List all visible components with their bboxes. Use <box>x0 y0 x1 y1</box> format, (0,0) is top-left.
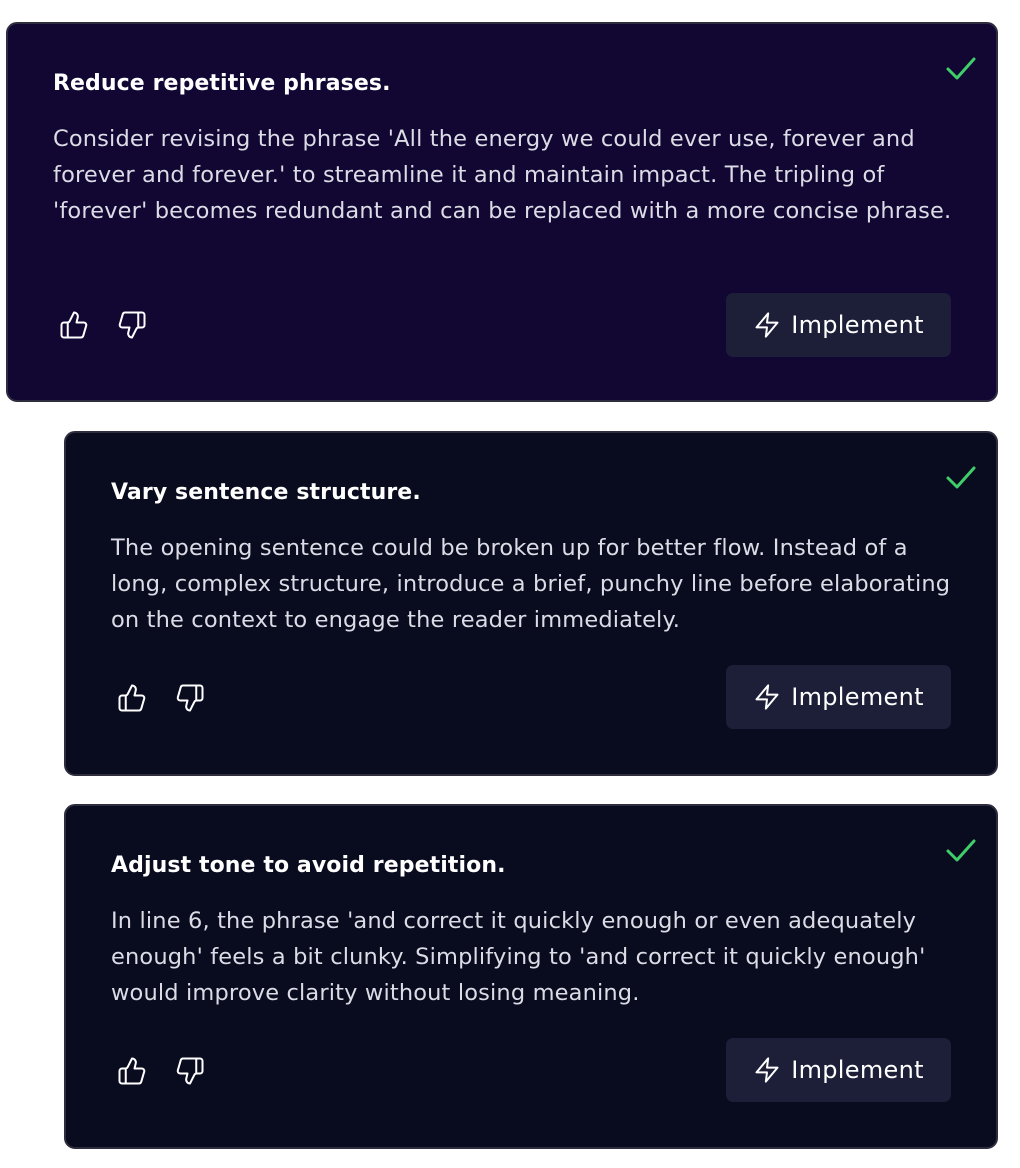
implement-button[interactable]: Implement <box>726 293 951 357</box>
thumbs-up-button[interactable] <box>112 678 152 718</box>
check-icon <box>946 839 976 862</box>
suggestion-card: Reduce repetitive phrases. Consider revi… <box>6 22 998 402</box>
implement-label: Implement <box>791 683 924 711</box>
thumbs-up-button[interactable] <box>112 1051 152 1091</box>
implement-label: Implement <box>791 1056 924 1084</box>
thumbs-up-icon <box>60 311 88 339</box>
implement-button[interactable]: Implement <box>726 665 951 729</box>
suggestion-description: The opening sentence could be broken up … <box>111 535 951 633</box>
suggestion-description: Consider revising the phrase 'All the en… <box>53 126 952 224</box>
suggestion-card: Vary sentence structure. The opening sen… <box>64 431 998 776</box>
implement-button[interactable]: Implement <box>726 1038 951 1102</box>
thumbs-up-icon <box>118 1057 146 1085</box>
suggestion-title: Vary sentence structure. <box>111 480 421 505</box>
check-icon <box>946 57 976 80</box>
lightning-bolt-icon <box>755 312 779 338</box>
suggestion-description: In line 6, the phrase 'and correct it qu… <box>111 908 926 1006</box>
thumbs-down-icon <box>176 684 204 712</box>
thumbs-down-icon <box>176 1057 204 1085</box>
check-icon <box>946 466 976 489</box>
suggestion-card: Adjust tone to avoid repetition. In line… <box>64 804 998 1149</box>
lightning-bolt-icon <box>755 684 779 710</box>
thumbs-up-icon <box>118 684 146 712</box>
suggestion-title: Reduce repetitive phrases. <box>53 71 391 96</box>
thumbs-up-button[interactable] <box>54 305 94 345</box>
suggestion-title: Adjust tone to avoid repetition. <box>111 853 506 878</box>
thumbs-down-button[interactable] <box>170 1051 210 1091</box>
lightning-bolt-icon <box>755 1057 779 1083</box>
implement-label: Implement <box>791 311 924 339</box>
thumbs-down-button[interactable] <box>170 678 210 718</box>
thumbs-down-button[interactable] <box>112 305 152 345</box>
thumbs-down-icon <box>118 311 146 339</box>
